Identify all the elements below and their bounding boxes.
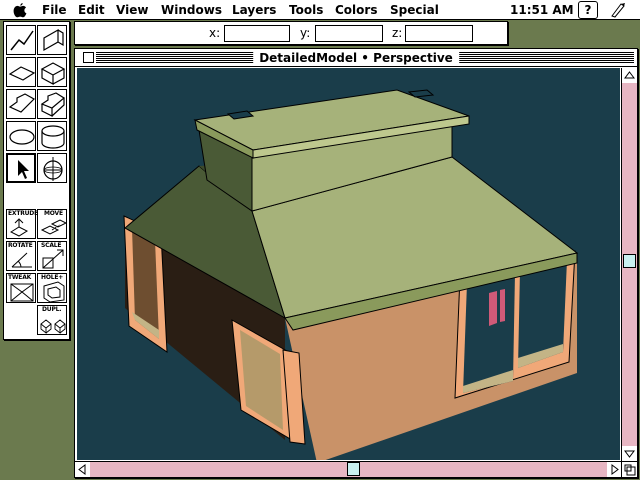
close-box-icon[interactable] bbox=[83, 52, 94, 63]
oval-tool[interactable] bbox=[6, 121, 36, 151]
interior-pink-post-2 bbox=[500, 289, 505, 322]
apple-icon[interactable] bbox=[12, 2, 28, 18]
menu-layers[interactable]: Layers bbox=[232, 2, 276, 18]
menu-tools[interactable]: Tools bbox=[289, 2, 323, 18]
view-sphere-tool[interactable] bbox=[37, 153, 67, 183]
scroll-down-arrow-icon[interactable] bbox=[622, 446, 637, 461]
menu-view[interactable]: View bbox=[116, 2, 148, 18]
extrude-tool[interactable]: EXTRUDE bbox=[6, 209, 38, 239]
model-window: DetailedModel • Perspective bbox=[74, 48, 638, 478]
move-icon bbox=[40, 219, 68, 235]
menu-edit[interactable]: Edit bbox=[78, 2, 105, 18]
resize-grow-box-icon[interactable] bbox=[621, 461, 637, 477]
scale-icon bbox=[42, 249, 64, 269]
menu-special[interactable]: Special bbox=[390, 2, 439, 18]
y-coordinate-field[interactable] bbox=[315, 25, 383, 42]
y-label: y: bbox=[300, 26, 311, 40]
box-tool[interactable] bbox=[37, 57, 67, 87]
model-view-canvas[interactable] bbox=[77, 68, 620, 460]
x-coordinate-field[interactable] bbox=[224, 25, 290, 42]
scroll-left-arrow-icon[interactable] bbox=[75, 462, 90, 477]
rotate-tool[interactable]: ROTATE bbox=[6, 241, 36, 271]
polygon-solid-icon bbox=[40, 92, 66, 117]
tweak-tool[interactable]: TWEAK bbox=[6, 273, 36, 303]
hole-tool[interactable]: HOLE+ bbox=[37, 273, 67, 303]
z-coordinate-field[interactable] bbox=[405, 25, 473, 42]
menubar-clock: 11:51 AM bbox=[510, 3, 574, 17]
duplicate-icon bbox=[40, 319, 66, 334]
oval-icon bbox=[9, 129, 35, 145]
extrude-icon bbox=[9, 218, 29, 237]
cylinder-icon bbox=[41, 125, 65, 149]
horizontal-scrollbar[interactable] bbox=[75, 461, 622, 477]
move-tool[interactable]: MOVE bbox=[37, 209, 68, 239]
duplicate-tool[interactable]: DUPL. bbox=[37, 305, 67, 335]
sphere-axis-icon bbox=[43, 157, 63, 181]
house-model-render[interactable] bbox=[77, 68, 620, 460]
z-label: z: bbox=[392, 26, 403, 40]
scale-tool[interactable]: SCALE bbox=[37, 241, 67, 271]
coordinate-bar: x: y: z: bbox=[74, 21, 508, 45]
vertical-scroll-thumb[interactable] bbox=[623, 254, 636, 268]
vertical-plane-icon bbox=[43, 28, 64, 52]
vertical-scrollbar[interactable] bbox=[621, 68, 637, 461]
rectangle-tool[interactable] bbox=[6, 57, 36, 87]
polygon-solid-tool[interactable] bbox=[37, 89, 67, 119]
box-icon bbox=[40, 62, 66, 86]
polygon-icon bbox=[8, 93, 35, 113]
window-title-bar[interactable]: DetailedModel • Perspective bbox=[75, 49, 637, 67]
rotate-icon bbox=[11, 252, 32, 268]
scroll-up-arrow-icon[interactable] bbox=[622, 68, 637, 83]
window-title: DetailedModel • Perspective bbox=[253, 50, 459, 66]
interior-pink-post bbox=[489, 291, 497, 326]
menu-file[interactable]: File bbox=[42, 2, 67, 18]
plane-tool[interactable] bbox=[37, 25, 67, 55]
line-tool[interactable] bbox=[6, 25, 36, 55]
help-menu-icon[interactable]: ? bbox=[578, 1, 598, 19]
arrow-pointer-icon bbox=[18, 160, 29, 179]
horizontal-scroll-thumb[interactable] bbox=[347, 462, 361, 476]
select-tool[interactable] bbox=[6, 153, 36, 183]
rectangle-icon bbox=[8, 66, 36, 81]
tool-palette: EXTRUDE MOVE ROTATE SCALE TWEAK HOLE+ DU… bbox=[3, 21, 70, 340]
scroll-right-arrow-icon[interactable] bbox=[607, 462, 622, 477]
hole-icon bbox=[43, 281, 65, 303]
polyline-icon bbox=[10, 30, 34, 51]
tweak-icon bbox=[10, 283, 34, 302]
x-label: x: bbox=[209, 26, 221, 40]
menu-colors[interactable]: Colors bbox=[335, 2, 377, 18]
polygon-tool[interactable] bbox=[6, 89, 36, 119]
modeling-app-icon[interactable] bbox=[609, 2, 627, 18]
cylinder-tool[interactable] bbox=[37, 121, 67, 151]
menu-windows[interactable]: Windows bbox=[161, 2, 222, 18]
menu-bar: File Edit View Windows Layers Tools Colo… bbox=[0, 0, 640, 20]
